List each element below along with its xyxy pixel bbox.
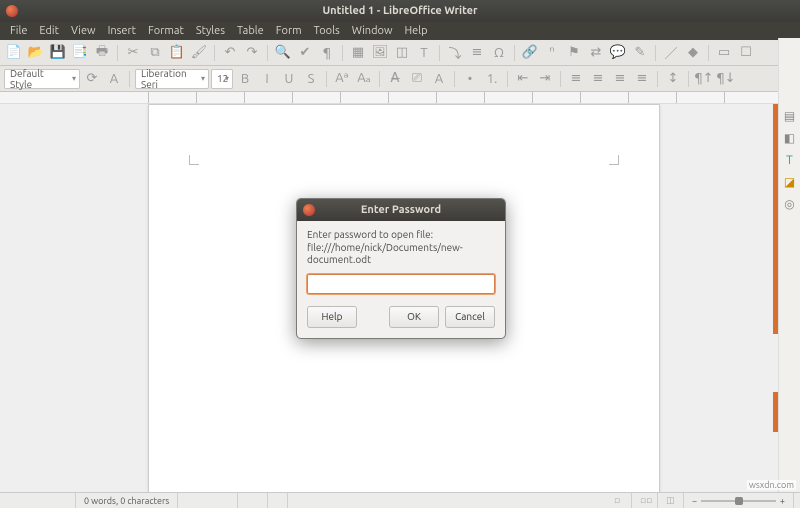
dialog-message-line2: file:///home/nick/Documents/new-document… bbox=[307, 242, 463, 266]
dialog-close-icon[interactable] bbox=[303, 204, 315, 216]
password-input[interactable] bbox=[307, 274, 495, 294]
cancel-button[interactable]: Cancel bbox=[445, 306, 495, 328]
button-spacer bbox=[363, 306, 383, 328]
dialog-message: Enter password to open file: file:///hom… bbox=[307, 229, 495, 267]
ok-button[interactable]: OK bbox=[389, 306, 439, 328]
dialog-overlay: Enter Password Enter password to open fi… bbox=[0, 0, 800, 508]
help-button[interactable]: Help bbox=[307, 306, 357, 328]
dialog-message-line1: Enter password to open file: bbox=[307, 229, 433, 240]
dialog-titlebar: Enter Password bbox=[297, 199, 505, 221]
enter-password-dialog: Enter Password Enter password to open fi… bbox=[296, 198, 506, 339]
dialog-body: Enter password to open file: file:///hom… bbox=[297, 221, 505, 338]
dialog-title-text: Enter Password bbox=[361, 204, 441, 216]
dialog-button-row: Help OK Cancel bbox=[307, 306, 495, 328]
